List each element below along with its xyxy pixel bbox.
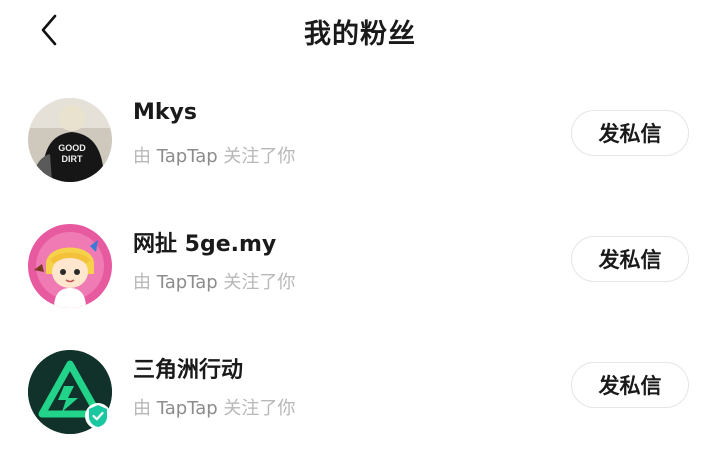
- follow-source: 由 TapTap 关注了你: [133, 272, 296, 293]
- follower-row[interactable]: GOOD DIRT Mkys 由 TapTap 关注了你 发私信: [0, 84, 720, 194]
- follower-row[interactable]: 网扯 5ge.my 由 TapTap 关注了你 发私信: [0, 210, 720, 320]
- follower-name[interactable]: Mkys: [133, 100, 197, 125]
- verified-badge-icon: [84, 402, 112, 430]
- svg-text:DIRT: DIRT: [62, 154, 83, 164]
- follow-source: 由 TapTap 关注了你: [133, 146, 296, 167]
- send-message-button[interactable]: 发私信: [571, 236, 689, 282]
- follower-row[interactable]: 三角洲行动 由 TapTap 关注了你 发私信: [0, 336, 720, 446]
- avatar[interactable]: GOOD DIRT: [28, 98, 112, 182]
- top-bar: 我的粉丝: [0, 0, 720, 64]
- page-title: 我的粉丝: [304, 19, 416, 50]
- follow-source: 由 TapTap 关注了你: [133, 398, 296, 419]
- follower-name[interactable]: 网扯 5ge.my: [133, 226, 276, 258]
- follower-name[interactable]: 三角洲行动: [133, 352, 243, 384]
- send-message-button[interactable]: 发私信: [571, 110, 689, 156]
- send-message-button[interactable]: 发私信: [571, 362, 689, 408]
- avatar[interactable]: [28, 224, 112, 308]
- svg-text:GOOD: GOOD: [58, 143, 86, 153]
